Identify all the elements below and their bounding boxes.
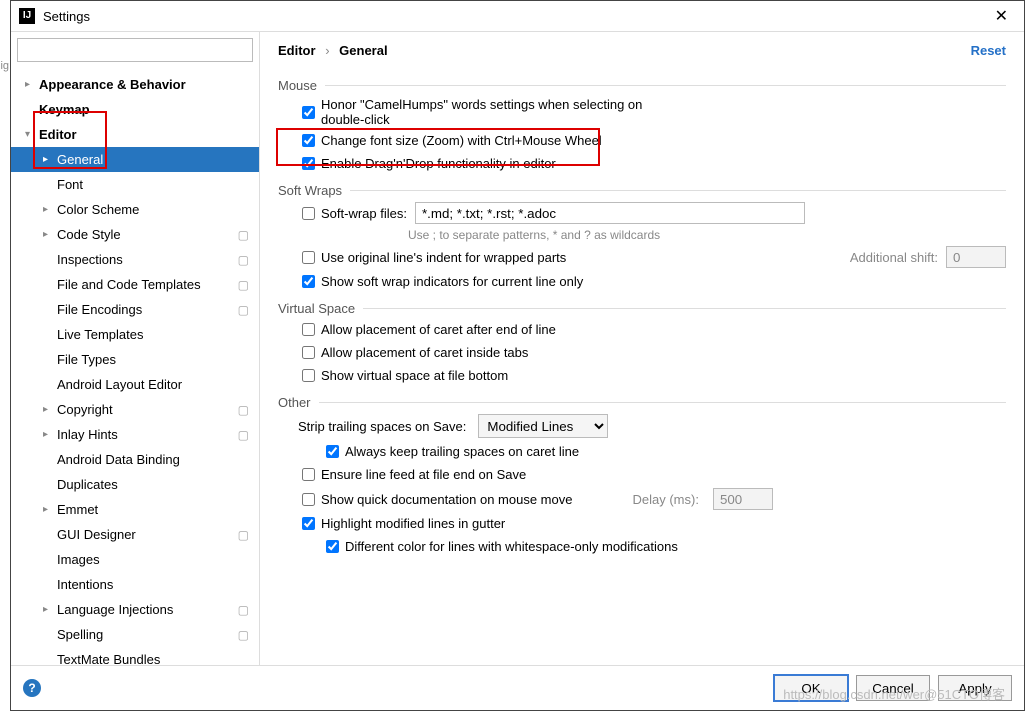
- label-highlight-mod: Highlight modified lines in gutter: [321, 516, 505, 531]
- chevron-right-icon: ›: [325, 43, 329, 58]
- settings-content: Mouse Honor "CamelHumps" words settings …: [260, 68, 1024, 665]
- tree-inlay-hints[interactable]: ▸Inlay Hints▢: [11, 422, 259, 447]
- label-caret-end: Allow placement of caret after end of li…: [321, 322, 556, 337]
- tree-images[interactable]: Images: [11, 547, 259, 572]
- hint-soft-wrap: Use ; to separate patterns, * and ? as w…: [408, 228, 1006, 242]
- tree-code-style[interactable]: ▸Code Style▢: [11, 222, 259, 247]
- override-icon: ▢: [238, 603, 249, 617]
- background-stub: ig: [0, 0, 10, 711]
- label-drag-drop: Enable Drag'n'Drop functionality in edit…: [321, 156, 556, 171]
- override-icon: ▢: [238, 303, 249, 317]
- label-soft-wrap-files: Soft-wrap files:: [321, 206, 407, 221]
- cb-change-font-size[interactable]: [302, 134, 315, 147]
- label-quick-doc: Show quick documentation on mouse move: [321, 492, 572, 507]
- tree-font[interactable]: Font: [11, 172, 259, 197]
- cb-highlight-mod[interactable]: [302, 517, 315, 530]
- cb-virt-bottom[interactable]: [302, 369, 315, 382]
- breadcrumb-editor[interactable]: Editor: [278, 43, 316, 58]
- cb-line-feed[interactable]: [302, 468, 315, 481]
- group-soft-wraps: Soft Wraps: [278, 183, 1006, 198]
- tree-spelling[interactable]: Spelling▢: [11, 622, 259, 647]
- tree-editor[interactable]: ▾Editor: [11, 122, 259, 147]
- app-icon: IJ: [19, 8, 35, 24]
- tree-emmet[interactable]: ▸Emmet: [11, 497, 259, 522]
- apply-button[interactable]: Apply: [938, 675, 1012, 701]
- tree-file-types[interactable]: File Types: [11, 347, 259, 372]
- label-honor: Honor "CamelHumps" words settings when s…: [321, 97, 661, 127]
- label-line-feed: Ensure line feed at file end on Save: [321, 467, 526, 482]
- group-other: Other: [278, 395, 1006, 410]
- titlebar: IJ Settings ✕: [11, 1, 1024, 32]
- tree-color-scheme[interactable]: ▸Color Scheme: [11, 197, 259, 222]
- tree-appearance[interactable]: ▸Appearance & Behavior: [11, 72, 259, 97]
- help-icon[interactable]: ?: [23, 679, 41, 697]
- tree-file-code-templates[interactable]: File and Code Templates▢: [11, 272, 259, 297]
- main-panel: Editor › General Reset Mouse Honor "Came…: [260, 32, 1024, 665]
- override-icon: ▢: [238, 628, 249, 642]
- tree-android-layout-editor[interactable]: Android Layout Editor: [11, 372, 259, 397]
- cb-caret-tabs[interactable]: [302, 346, 315, 359]
- ok-button[interactable]: OK: [774, 675, 848, 701]
- tree-duplicates[interactable]: Duplicates: [11, 472, 259, 497]
- group-mouse: Mouse: [278, 78, 1006, 93]
- search-input[interactable]: [17, 38, 253, 62]
- label-caret-tabs: Allow placement of caret inside tabs: [321, 345, 528, 360]
- override-icon: ▢: [238, 428, 249, 442]
- label-keep-trailing: Always keep trailing spaces on caret lin…: [345, 444, 579, 459]
- cb-soft-wrap-files[interactable]: [302, 207, 315, 220]
- override-icon: ▢: [238, 253, 249, 267]
- select-strip-trailing[interactable]: Modified Lines: [478, 414, 608, 438]
- cb-caret-end[interactable]: [302, 323, 315, 336]
- override-icon: ▢: [238, 528, 249, 542]
- settings-tree: ▸Appearance & Behavior Keymap ▾Editor ▸G…: [11, 68, 259, 665]
- cb-diff-color[interactable]: [326, 540, 339, 553]
- input-soft-wrap-patterns[interactable]: [415, 202, 805, 224]
- window-title: Settings: [43, 9, 987, 24]
- label-strip: Strip trailing spaces on Save:: [298, 419, 466, 434]
- label-additional-shift: Additional shift:: [850, 250, 938, 265]
- tree-android-data-binding[interactable]: Android Data Binding: [11, 447, 259, 472]
- group-virtual-space: Virtual Space: [278, 301, 1006, 316]
- label-delay: Delay (ms):: [632, 492, 698, 507]
- tree-gui-designer[interactable]: GUI Designer▢: [11, 522, 259, 547]
- tree-inspections[interactable]: Inspections▢: [11, 247, 259, 272]
- cb-orig-indent[interactable]: [302, 251, 315, 264]
- dialog-footer: ? OK Cancel Apply: [11, 665, 1024, 710]
- reset-link[interactable]: Reset: [971, 43, 1006, 58]
- tree-language-injections[interactable]: ▸Language Injections▢: [11, 597, 259, 622]
- input-additional-shift: [946, 246, 1006, 268]
- override-icon: ▢: [238, 228, 249, 242]
- input-delay: [713, 488, 773, 510]
- cb-drag-drop[interactable]: [302, 157, 315, 170]
- breadcrumb: Editor › General: [278, 43, 388, 58]
- label-virt-bottom: Show virtual space at file bottom: [321, 368, 508, 383]
- tree-live-templates[interactable]: Live Templates: [11, 322, 259, 347]
- tree-general[interactable]: ▸General: [11, 147, 259, 172]
- cb-keep-trailing[interactable]: [326, 445, 339, 458]
- close-icon[interactable]: ✕: [987, 6, 1016, 26]
- override-icon: ▢: [238, 403, 249, 417]
- label-orig-indent: Use original line's indent for wrapped p…: [321, 250, 566, 265]
- cb-show-indicators[interactable]: [302, 275, 315, 288]
- cb-honor-camelhumps[interactable]: [302, 106, 315, 119]
- label-change-font: Change font size (Zoom) with Ctrl+Mouse …: [321, 133, 602, 148]
- sidebar: 🔍 ▸Appearance & Behavior Keymap ▾Editor …: [11, 32, 260, 665]
- breadcrumb-general: General: [339, 43, 387, 58]
- tree-intentions[interactable]: Intentions: [11, 572, 259, 597]
- label-show-indicators: Show soft wrap indicators for current li…: [321, 274, 583, 289]
- label-diff-color: Different color for lines with whitespac…: [345, 539, 678, 554]
- tree-file-encodings[interactable]: File Encodings▢: [11, 297, 259, 322]
- override-icon: ▢: [238, 278, 249, 292]
- cb-quick-doc[interactable]: [302, 493, 315, 506]
- tree-copyright[interactable]: ▸Copyright▢: [11, 397, 259, 422]
- tree-textmate-bundles[interactable]: TextMate Bundles: [11, 647, 259, 665]
- settings-window: IJ Settings ✕ 🔍 ▸Appearance & Behavior K…: [10, 0, 1025, 711]
- cancel-button[interactable]: Cancel: [856, 675, 930, 701]
- tree-keymap[interactable]: Keymap: [11, 97, 259, 122]
